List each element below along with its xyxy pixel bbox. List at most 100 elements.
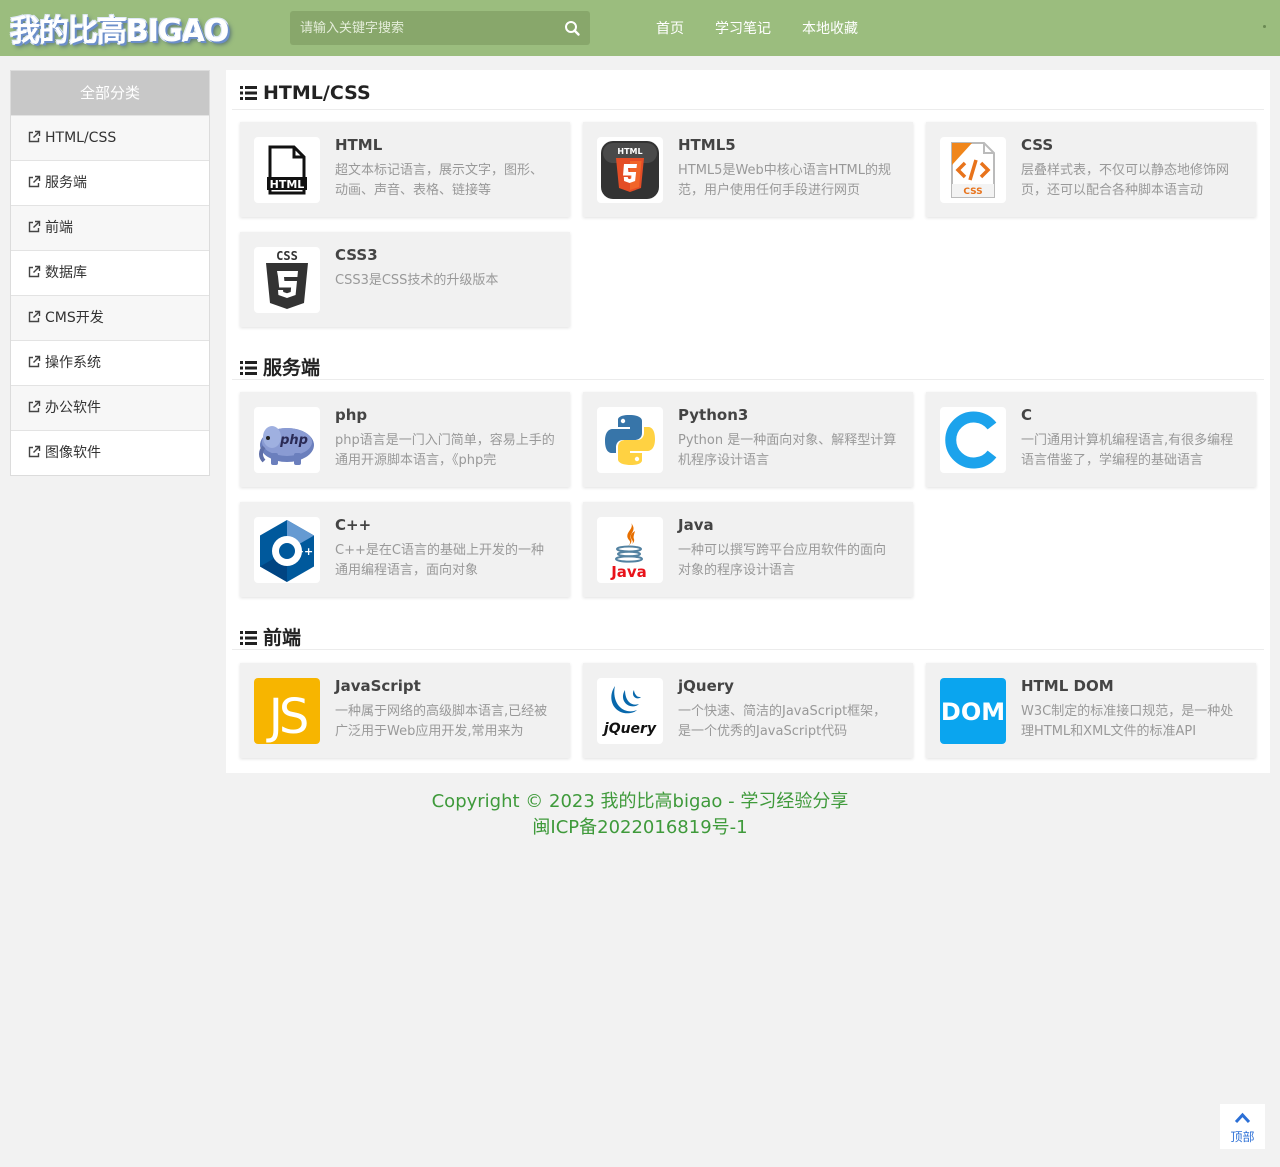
svg-text:HTML: HTML: [617, 147, 642, 156]
resource-card[interactable]: HTML HTML5 HTML5是Web中核心语言HTML的规范，用户使用任何手段进…: [583, 122, 913, 217]
php-elephant-icon: php: [254, 407, 320, 473]
card-description: 超文本标记语言，展示文字，图形、动画、声音、表格、链接等: [335, 163, 544, 198]
java-icon: Java: [597, 517, 663, 583]
external-link-icon: [28, 175, 41, 188]
sidebar-item-label: 办公软件: [45, 400, 101, 416]
card-title: HTML: [335, 136, 383, 154]
card-description: 一个快速、简洁的JavaScript框架，是一个优秀的JavaScript代码: [678, 704, 887, 739]
css3-icon: CSS: [254, 247, 320, 313]
svg-text:DOM: DOM: [941, 698, 1005, 726]
external-link-icon: [28, 310, 41, 323]
card-title: CSS: [1021, 136, 1054, 154]
card-title: php: [335, 406, 368, 424]
c-language-icon: [940, 407, 1006, 473]
section-divider: [232, 109, 1264, 110]
svg-text:JS: JS: [266, 689, 307, 744]
list-icon: [240, 361, 257, 375]
svg-text:php: php: [279, 433, 308, 448]
svg-text:CSS: CSS: [963, 187, 982, 197]
sidebar-item[interactable]: 图像软件: [11, 430, 209, 475]
dom-icon: DOM: [940, 678, 1006, 744]
resource-card[interactable]: jQuery jQuery 一个快速、简洁的JavaScript框架，是一个优秀的J…: [583, 663, 913, 758]
sidebar-list: HTML/CSS 服务端前端数据库 CMS开发操作系统办公软件图像软件: [11, 115, 209, 475]
external-link-icon: [28, 355, 41, 368]
card-title: jQuery: [678, 677, 734, 695]
sidebar-item[interactable]: 前端: [11, 205, 209, 250]
sidebar-item[interactable]: 操作系统: [11, 340, 209, 385]
resource-card[interactable]: HTML HTML 超文本标记语言，展示文字，图形、动画、声音、表格、链接等: [240, 122, 570, 217]
card-description: php语言是一门入门简单，容易上手的通用开源脚本语言，《php完: [335, 433, 555, 468]
nav-study-notes[interactable]: 学习笔记: [715, 18, 771, 38]
cplusplus-icon: ++: [254, 517, 320, 583]
sidebar-item[interactable]: 数据库: [11, 250, 209, 295]
card-description: W3C制定的标准接口规范，是一种处理HTML和XML文件的标准API: [1021, 704, 1234, 739]
svg-text:CSS: CSS: [276, 249, 298, 263]
sidebar-title: 全部分类: [11, 71, 209, 115]
sidebar-item-label: 图像软件: [45, 445, 101, 461]
resource-card[interactable]: DOM HTML DOM W3C制定的标准接口规范，是一种处理HTML和XML文件的…: [926, 663, 1256, 758]
section-title-text: HTML/CSS: [263, 82, 371, 104]
card-description: CSS3是CSS技术的升级版本: [335, 273, 499, 288]
resource-card[interactable]: ++ C++ C++是在C语言的基础上开发的一种通用编程语言，面向对象: [240, 502, 570, 597]
top-header: 我的比高BIGAO 首页 学习笔记 本地收藏: [0, 0, 1280, 56]
back-to-top-label: 顶部: [1230, 1130, 1255, 1144]
section-title-text: 前端: [263, 627, 302, 649]
jquery-icon: jQuery: [597, 678, 663, 744]
card-title: HTML5: [678, 136, 736, 154]
css-icon: CSS: [940, 137, 1006, 203]
external-link-icon: [28, 220, 41, 233]
external-link-icon: [28, 130, 41, 143]
sidebar-item-label: 前端: [45, 220, 73, 236]
javascript-icon: JS: [254, 678, 320, 744]
resource-card[interactable]: Python3 Python 是一种面向对象、解释型计算机程序设计语言: [583, 392, 913, 487]
external-link-icon: [28, 400, 41, 413]
card-title: Java: [678, 516, 714, 534]
svg-text:HTML: HTML: [270, 178, 305, 191]
list-icon: [240, 86, 257, 100]
search-input[interactable]: [290, 11, 550, 45]
sidebar-item[interactable]: CMS开发: [11, 295, 209, 340]
card-title: C: [1021, 406, 1033, 424]
card-description: Python 是一种面向对象、解释型计算机程序设计语言: [678, 433, 897, 468]
card-description: C++是在C语言的基础上开发的一种通用编程语言，面向对象: [335, 543, 544, 578]
sidebar-item[interactable]: HTML/CSS: [11, 115, 209, 160]
sidebar-item[interactable]: 办公软件: [11, 385, 209, 430]
sidebar-item-label: 服务端: [45, 175, 87, 191]
resource-card[interactable]: Java Java 一种可以撰写跨平台应用软件的面向对象的程序设计语言: [583, 502, 913, 597]
sidebar-item-label: CMS开发: [45, 310, 104, 326]
resource-card[interactable]: C 一门通用计算机编程语言,有很多编程语言借鉴了，学编程的基础语言: [926, 392, 1256, 487]
card-title: HTML DOM: [1021, 677, 1114, 695]
sidebar-item-label: HTML/CSS: [45, 130, 117, 146]
footer-icp[interactable]: 闽ICP备2022016819号-1: [226, 815, 1054, 841]
category-sidebar: 全部分类 HTML/CSS 服务端前端数据库 CMS开发操作系统办公软件图像软件: [10, 70, 210, 476]
resource-card[interactable]: CSS CSS 层叠样式表，不仅可以静态地修饰网页，还可以配合各种脚本语言动: [926, 122, 1256, 217]
external-link-icon: [28, 445, 41, 458]
sidebar-item-label: 操作系统: [45, 355, 101, 371]
section-divider: [232, 649, 1264, 650]
resource-card[interactable]: CSS CSS3 CSS3是CSS技术的升级版本: [240, 232, 570, 327]
site-logo[interactable]: 我的比高BIGAO: [10, 6, 229, 50]
section-title-text: 服务端: [263, 357, 321, 379]
back-to-top-button[interactable]: 顶部: [1220, 1104, 1265, 1149]
card-description: 一种可以撰写跨平台应用软件的面向对象的程序设计语言: [678, 543, 887, 578]
sidebar-item[interactable]: 服务端: [11, 160, 209, 205]
sidebar-item-label: 数据库: [45, 265, 87, 281]
card-title: C++: [335, 516, 372, 534]
section-divider: [232, 379, 1264, 380]
svg-text:Java: Java: [610, 563, 647, 581]
html5-icon: HTML: [597, 137, 663, 203]
card-title: JavaScript: [335, 677, 421, 695]
list-icon: [240, 631, 257, 645]
chevron-up-icon: [1234, 1112, 1251, 1124]
python-icon: [597, 407, 663, 473]
header-dot: [1263, 25, 1266, 28]
resource-card[interactable]: JS JavaScript 一种属于网络的高级脚本语言,已经被广泛用于Web应用开发…: [240, 663, 570, 758]
search-icon[interactable]: [560, 16, 584, 40]
svg-text:jQuery: jQuery: [602, 721, 657, 737]
resource-card[interactable]: php php php语言是一门入门简单，容易上手的通用开源脚本语言，《php完: [240, 392, 570, 487]
nav-home[interactable]: 首页: [656, 18, 684, 38]
card-title: Python3: [678, 406, 749, 424]
external-link-icon: [28, 265, 41, 278]
section-title: 服务端: [240, 353, 320, 381]
nav-local-favorites[interactable]: 本地收藏: [802, 18, 858, 38]
